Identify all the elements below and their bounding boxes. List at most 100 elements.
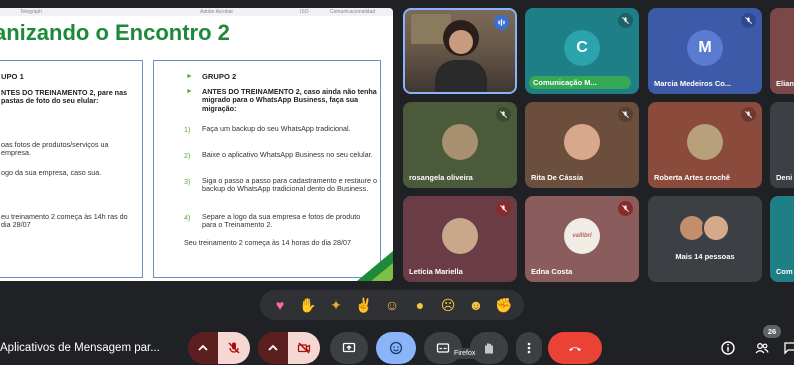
party-popper-icon[interactable]: ✦ bbox=[325, 294, 347, 316]
surprised-face-icon[interactable]: ● bbox=[409, 294, 431, 316]
avatar: M bbox=[687, 30, 723, 66]
tears-of-joy-icon[interactable]: ☺ bbox=[381, 294, 403, 316]
tile-com[interactable]: Com bbox=[770, 196, 794, 282]
participant-name: Roberta Artes crochê bbox=[654, 173, 730, 182]
participant-name: Deni bbox=[776, 173, 793, 182]
captions-icon bbox=[436, 343, 450, 353]
step-4: Separe a logo da sua empresa e fotos de … bbox=[202, 212, 361, 230]
mic-off-icon bbox=[496, 107, 511, 122]
tile-elian[interactable]: Elian bbox=[770, 8, 794, 94]
group2-head: GRUPO 2 bbox=[202, 72, 237, 81]
group1-footer: eu treinamento 2 começa às 14h ras do di… bbox=[1, 212, 128, 230]
mic-options-button[interactable] bbox=[188, 332, 218, 364]
person-body-image bbox=[435, 60, 487, 92]
camera-toggle-button[interactable] bbox=[288, 332, 320, 364]
step-1: Faça um backup do seu WhatsApp tradicion… bbox=[202, 124, 351, 133]
more-vertical-icon bbox=[527, 342, 531, 354]
avatar: C bbox=[564, 30, 600, 66]
mic-off-icon bbox=[618, 201, 633, 216]
avatar bbox=[564, 124, 600, 160]
tile-leticia[interactable]: Letícia Mariella bbox=[403, 196, 517, 282]
info-icon bbox=[721, 341, 735, 355]
tile-comunicacao[interactable]: C Comunicação M... bbox=[525, 8, 639, 94]
strip-label-1: Telegraph bbox=[20, 9, 42, 15]
participant-name: Elian bbox=[776, 79, 794, 88]
mic-off-icon bbox=[228, 342, 240, 354]
arrow-icon: ► bbox=[186, 73, 193, 80]
group2-footer: Seu treinamento 2 começa às 14 horas do … bbox=[184, 238, 352, 247]
more-options-button[interactable] bbox=[516, 332, 542, 364]
present-screen-icon bbox=[342, 342, 356, 353]
hang-up-icon bbox=[569, 347, 581, 351]
participant-name: rosangela oliveira bbox=[409, 173, 473, 182]
tile-deni[interactable]: Deni bbox=[770, 102, 794, 188]
step-number: 1) bbox=[184, 125, 191, 134]
participant-name: Letícia Mariella bbox=[409, 267, 463, 276]
group1-panel: UPO 1 NTES DO TREINAMENTO 2, pare nas pa… bbox=[0, 60, 143, 278]
chat-button[interactable] bbox=[782, 332, 794, 364]
group1-intro: NTES DO TREINAMENTO 2, pare nas pastas d… bbox=[1, 88, 128, 106]
crying-face-icon[interactable]: ☹ bbox=[437, 294, 459, 316]
reactions-button[interactable] bbox=[376, 332, 416, 364]
group1-head: UPO 1 bbox=[1, 72, 24, 81]
tile-rita[interactable]: Rita De Cássia bbox=[525, 102, 639, 188]
group2-intro: ANTES DO TREINAMENTO 2, caso ainda não t… bbox=[202, 87, 377, 113]
step-number: 4) bbox=[184, 213, 191, 222]
tile-marcia[interactable]: M Marcia Medeiros Co... bbox=[648, 8, 762, 94]
thumbs-up-icon[interactable]: ✋ bbox=[297, 294, 319, 316]
tile-more-people[interactable]: Mais 14 pessoas bbox=[648, 196, 762, 282]
avatar bbox=[702, 214, 730, 242]
slide-corner-decoration bbox=[371, 263, 393, 281]
chat-icon bbox=[784, 342, 794, 355]
avatar-logo: vallibri bbox=[564, 218, 600, 254]
avatar bbox=[687, 124, 723, 160]
step-2: Baixe o aplicativo WhatsApp Business no … bbox=[202, 150, 373, 159]
clapping-hands-icon[interactable]: ✌ bbox=[353, 294, 375, 316]
strip-label-3: ISO bbox=[300, 9, 309, 15]
camera-off-icon bbox=[297, 342, 311, 354]
participant-name: Comunicação M... bbox=[533, 78, 597, 87]
participant-name: Edna Costa bbox=[531, 267, 573, 276]
meeting-name: Aplicativos de Mensagem par... bbox=[0, 342, 160, 354]
taskbar-tooltip: Firefox bbox=[450, 348, 480, 359]
tile-edna[interactable]: vallibri Edna Costa bbox=[525, 196, 639, 282]
presentation-tab-strip: Telegraph Adobe Acrobat ISO Comunicacion… bbox=[0, 8, 393, 16]
participant-name: Marcia Medeiros Co... bbox=[654, 79, 732, 88]
strip-label-2: Adobe Acrobat bbox=[200, 9, 233, 15]
control-bar: Aplicativos de Mensagem par... bbox=[0, 330, 794, 365]
participant-count-badge: 26 bbox=[763, 325, 781, 338]
group2-panel: ► GRUPO 2 ► ANTES DO TREINAMENTO 2, caso… bbox=[153, 60, 381, 278]
chevron-up-icon bbox=[198, 344, 208, 351]
strip-label-4: Comunicacionalidad bbox=[330, 9, 376, 15]
mic-toggle-button[interactable] bbox=[218, 332, 250, 364]
name-pill: Comunicação M... bbox=[529, 76, 631, 89]
chevron-up-icon bbox=[268, 344, 278, 351]
emoji-icon bbox=[389, 341, 403, 355]
people-icon bbox=[755, 343, 769, 354]
participant-name: Rita De Cássia bbox=[531, 173, 584, 182]
avatar bbox=[442, 124, 478, 160]
meeting-details-button[interactable] bbox=[716, 332, 740, 364]
more-people-label: Mais 14 pessoas bbox=[675, 252, 735, 261]
tile-roberta[interactable]: Roberta Artes crochê bbox=[648, 102, 762, 188]
step-number: 3) bbox=[184, 177, 191, 186]
avatar bbox=[442, 218, 478, 254]
reactions-bar: ♥ ✋ ✦ ✌ ☺ ● ☹ ☻ ✊ bbox=[260, 290, 524, 320]
camera-options-button[interactable] bbox=[258, 332, 288, 364]
group1-item-2: ogo da sua empresa, caso sua. bbox=[1, 168, 102, 177]
group1-item-1: oas fotos de produtos/serviços ua empres… bbox=[1, 140, 109, 158]
hand-icon bbox=[485, 343, 493, 354]
tile-rosangela[interactable]: rosangela oliveira bbox=[403, 102, 517, 188]
tile-speaker[interactable] bbox=[403, 8, 517, 94]
thinking-face-icon[interactable]: ☻ bbox=[465, 294, 487, 316]
present-button[interactable] bbox=[330, 332, 368, 364]
mic-off-icon bbox=[618, 107, 633, 122]
mic-off-icon bbox=[496, 201, 511, 216]
person-face-image bbox=[449, 30, 473, 54]
mic-off-icon bbox=[741, 107, 756, 122]
thumbs-down-icon[interactable]: ✊ bbox=[493, 294, 515, 316]
speaking-indicator-icon bbox=[494, 15, 509, 30]
sparkling-heart-icon[interactable]: ♥ bbox=[269, 294, 291, 316]
leave-call-button[interactable] bbox=[548, 332, 602, 364]
meet-window: Telegraph Adobe Acrobat ISO Comunicacion… bbox=[0, 0, 794, 365]
